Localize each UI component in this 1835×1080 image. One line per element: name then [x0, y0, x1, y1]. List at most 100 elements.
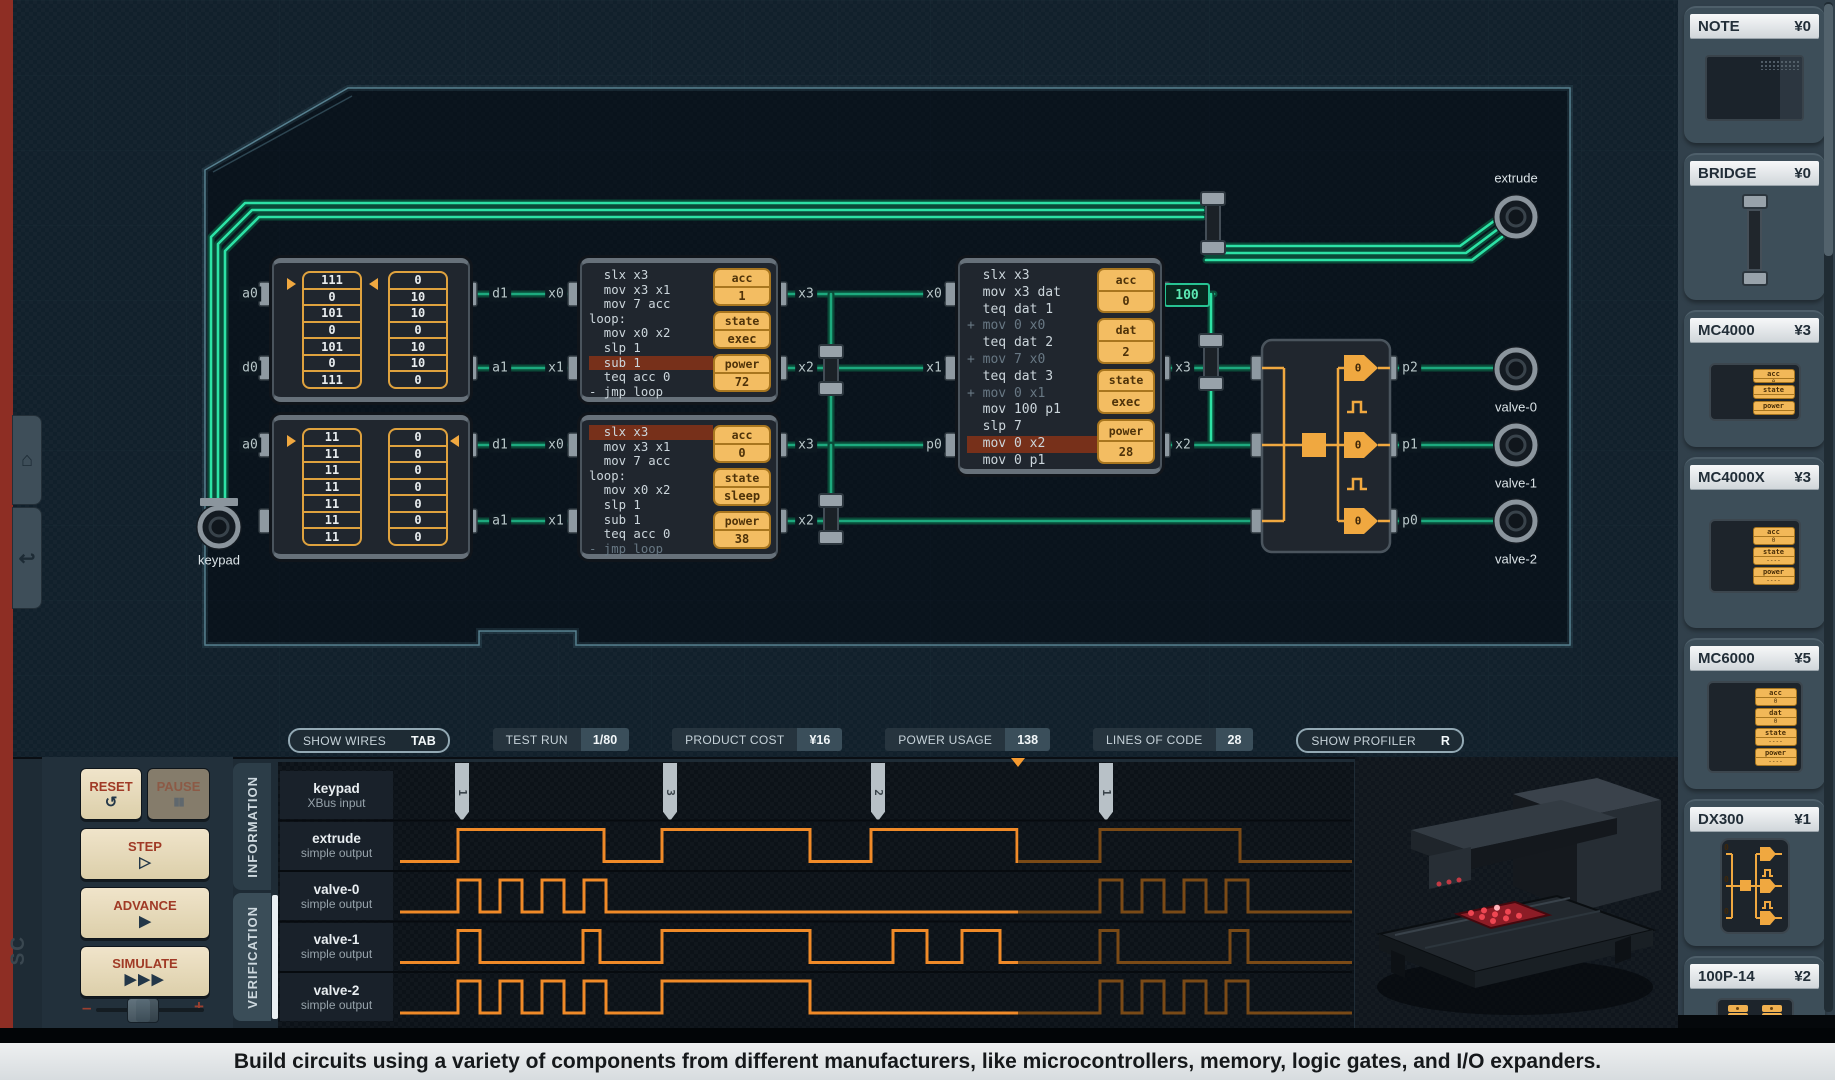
ram-cell[interactable]: 111: [304, 273, 360, 288]
ram-cell[interactable]: 0: [390, 478, 446, 495]
ram-cell[interactable]: 10: [390, 304, 446, 321]
ram-data-column[interactable]: 01010010100: [388, 271, 448, 389]
part-header: MC4000X¥3: [1690, 465, 1819, 490]
scrollbar-thumb[interactable]: [1824, 4, 1833, 256]
ram-cell[interactable]: 10: [390, 288, 446, 305]
status-value: 28: [1216, 728, 1254, 751]
register-label: state: [715, 313, 769, 331]
mini-register-state: state----: [1753, 547, 1795, 565]
undo-button[interactable]: ↩: [12, 507, 42, 609]
valve-0-terminal: [1493, 346, 1539, 392]
home-button[interactable]: ⌂: [12, 415, 42, 505]
code-line: slp 1: [589, 498, 713, 513]
code-line: + mov 7 x0: [967, 352, 1097, 369]
code-line: slx x3: [589, 425, 713, 440]
ram-cell[interactable]: 0: [304, 321, 360, 338]
part-100p-14[interactable]: 100P-14¥2: [1684, 956, 1825, 1015]
status-value: ¥16: [797, 728, 842, 751]
mc6000-thumb-icon: acc0dat0state----power----: [1707, 681, 1803, 773]
register-power: power72: [713, 354, 771, 392]
dx300-chip[interactable]: [1262, 340, 1390, 552]
register-value: 2: [1099, 342, 1153, 362]
code-editor[interactable]: slx x3 mov x3 x1 mov 7 accloop: mov x0 x…: [582, 420, 713, 554]
dx300-thumb-gate-value: 0: [1724, 843, 1729, 852]
parts-sidebar: NOTE¥0BRIDGE¥0 MC4000¥3 acc0 state---- power…: [1678, 0, 1835, 1015]
part-note[interactable]: NOTE¥0: [1684, 6, 1825, 143]
part-name: BRIDGE: [1698, 165, 1756, 182]
part-dx300[interactable]: DX300¥1000: [1684, 799, 1825, 946]
ram-cell[interactable]: 10: [390, 337, 446, 354]
status-label: SHOW WIRES: [290, 730, 399, 751]
mc-thumb-icon: acc0state----power----: [1709, 363, 1801, 421]
dx300-gate-value: 0: [1355, 362, 1362, 375]
register-dat: dat2: [1097, 318, 1155, 363]
ram-data-column[interactable]: 0000000: [388, 428, 448, 546]
valve-0-label: valve-0: [1495, 400, 1537, 415]
shenzhen-io-window: a0d0a0d1x0a1x1d1x0a1x1x3x0x2x1x3p0x2x3x2…: [0, 0, 1835, 1080]
ram-cell[interactable]: 111: [304, 370, 360, 387]
ram-cell[interactable]: 0: [390, 273, 446, 288]
ram-cell[interactable]: 11: [304, 430, 360, 445]
part-mc4000[interactable]: MC4000¥3acc0state----power----: [1684, 310, 1825, 447]
mc6000-chip[interactable]: slx x3 mov x3 dat teq dat 1+ mov 0 x0 te…: [958, 258, 1162, 474]
wire-label: p1: [1399, 438, 1421, 453]
ram-cell[interactable]: 11: [304, 461, 360, 478]
ram-cell[interactable]: 0: [304, 288, 360, 305]
ram-cell[interactable]: 0: [390, 511, 446, 528]
ram-cell[interactable]: 11: [304, 478, 360, 495]
code-line: mov x3 x1: [589, 283, 713, 298]
register-acc: acc0: [1097, 268, 1155, 313]
ram-cell[interactable]: 11: [304, 494, 360, 511]
dx300-gate-value: 0: [1355, 439, 1362, 452]
code-line: slp 7: [967, 419, 1097, 436]
ram-cell[interactable]: 101: [304, 304, 360, 321]
code-editor[interactable]: slx x3 mov x3 dat teq dat 1+ mov 0 x0 te…: [960, 263, 1097, 469]
part-thumbnail: [1690, 989, 1819, 1015]
ram-address-column[interactable]: 111010101010111: [302, 271, 362, 389]
status-label: POWER USAGE: [885, 728, 1005, 751]
register-label: power: [715, 356, 769, 374]
code-line: - jmp loop: [589, 542, 713, 557]
mini-register-label: power: [1756, 749, 1796, 758]
dx300-thumb-gate-value: 0: [1724, 875, 1729, 884]
part-mc6000[interactable]: MC6000¥5acc0dat0state----power----: [1684, 638, 1825, 789]
ram-chip-2[interactable]: 11111111111111 0000000: [272, 415, 470, 559]
mini-register-state: state----: [1753, 385, 1795, 399]
trace-signal: [400, 880, 1352, 912]
status-value: 138: [1005, 728, 1050, 751]
ram-cell[interactable]: 11: [304, 527, 360, 544]
part-bridge[interactable]: BRIDGE¥0: [1684, 153, 1825, 300]
register-label: power: [1099, 421, 1153, 443]
ram-cell[interactable]: 10: [390, 354, 446, 371]
status-show-wires[interactable]: SHOW WIRESTAB: [288, 728, 450, 753]
sidebar-scrollbar[interactable]: [1824, 2, 1833, 1012]
ram-cell[interactable]: 11: [304, 445, 360, 462]
ram-cell[interactable]: 11: [304, 511, 360, 528]
ram-cell[interactable]: 0: [390, 370, 446, 387]
mc4000-chip-2[interactable]: slx x3 mov x3 x1 mov 7 accloop: mov x0 x…: [580, 415, 778, 559]
code-line: loop:: [589, 312, 713, 327]
ram-cell[interactable]: 0: [390, 430, 446, 445]
ram-cell[interactable]: 0: [390, 461, 446, 478]
ram-address-column[interactable]: 11111111111111: [302, 428, 362, 546]
code-editor[interactable]: slx x3 mov x3 x1 mov 7 accloop: mov x0 x…: [582, 263, 713, 397]
time-cursor-icon[interactable]: [1011, 758, 1025, 767]
ram-cell[interactable]: 0: [390, 321, 446, 338]
ram-cell[interactable]: 0: [390, 494, 446, 511]
code-line: teq dat 1: [967, 302, 1097, 319]
mc4000-chip-1[interactable]: slx x3 mov x3 x1 mov 7 accloop: mov x0 x…: [580, 258, 778, 402]
register-value: 1: [715, 288, 769, 304]
ram-cell[interactable]: 0: [390, 527, 446, 544]
status-show-profiler[interactable]: SHOW PROFILERR: [1296, 728, 1464, 753]
mini-register-acc: acc0: [1755, 688, 1797, 706]
part-mc4000x[interactable]: MC4000X¥3acc0state----power----: [1684, 457, 1825, 628]
code-line: slx x3: [967, 268, 1097, 285]
ram-chip-1[interactable]: 111010101010111 01010010100: [272, 258, 470, 402]
wire-label: p2: [1399, 361, 1421, 376]
ram-cell[interactable]: 101: [304, 337, 360, 354]
mini-register-label: power: [1754, 402, 1794, 411]
status-value: R: [1429, 730, 1462, 751]
ram-cell[interactable]: 0: [304, 354, 360, 371]
part-header: MC4000¥3: [1690, 318, 1819, 343]
ram-cell[interactable]: 0: [390, 445, 446, 462]
